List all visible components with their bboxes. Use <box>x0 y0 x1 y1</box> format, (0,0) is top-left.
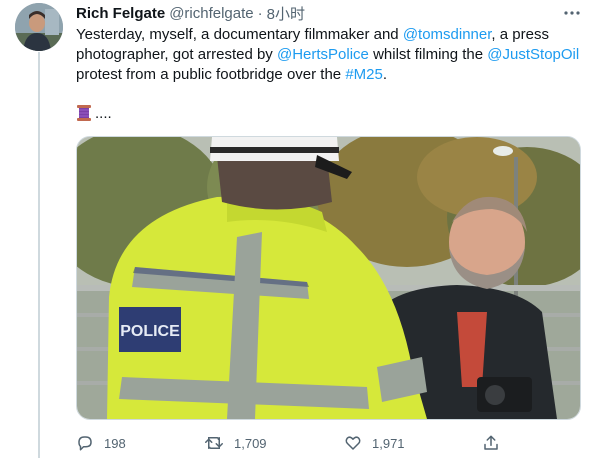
more-horizontal-icon <box>564 11 580 15</box>
police-badge-text: POLICE <box>120 323 180 340</box>
header-separator: · <box>257 4 263 22</box>
mention-link-tomsdinner[interactable]: @tomsdinner <box>403 26 492 43</box>
mention-link-juststopoil[interactable]: @JustStopOil <box>487 46 579 63</box>
reply-icon <box>78 436 92 451</box>
share-icon <box>484 435 498 450</box>
thread-spool-emoji <box>77 105 91 121</box>
arrest-photo-image: POLICE <box>77 137 580 419</box>
tweet-timestamp[interactable]: 8小时 <box>267 3 305 24</box>
tweet-text-segment: protest from a public footbridge over th… <box>76 66 346 83</box>
mention-link-hertspolice[interactable]: @HertsPolice <box>277 46 369 63</box>
share-button[interactable] <box>482 432 510 454</box>
heart-icon <box>345 436 361 450</box>
like-button[interactable]: 1,971 <box>344 432 405 454</box>
emoji-line: .... <box>76 102 112 124</box>
reply-button[interactable]: 198 <box>76 432 126 454</box>
tweet-text-segment: whilst filming the <box>368 46 488 63</box>
tweet-header: Rich Felgate @richfelgate · 8小时 <box>76 3 305 24</box>
like-count: 1,971 <box>372 435 405 451</box>
tweet-text-segment: . <box>382 66 388 83</box>
hashtag-link-m25[interactable]: #M25 <box>345 66 383 83</box>
tweet-photo[interactable]: POLICE <box>76 136 581 420</box>
avatar[interactable] <box>15 3 63 51</box>
tweet-text: Yesterday, myself, a documentary filmmak… <box>76 25 581 85</box>
thread-connector-line <box>38 52 40 458</box>
retweet-icon <box>205 437 223 449</box>
tweet-text-segment: Yesterday, myself, a documentary filmmak… <box>76 26 403 43</box>
more-options-button[interactable] <box>560 2 584 24</box>
avatar-image <box>15 3 63 51</box>
retweet-button[interactable]: 1,709 <box>204 432 267 454</box>
reply-count: 198 <box>104 435 126 451</box>
author-handle[interactable]: @richfelgate <box>169 5 253 22</box>
ellipsis-text: .... <box>95 104 112 122</box>
retweet-count: 1,709 <box>234 435 267 451</box>
tweet-actions-bar: 198 1,709 1,971 <box>76 432 581 454</box>
author-display-name[interactable]: Rich Felgate <box>76 5 165 22</box>
